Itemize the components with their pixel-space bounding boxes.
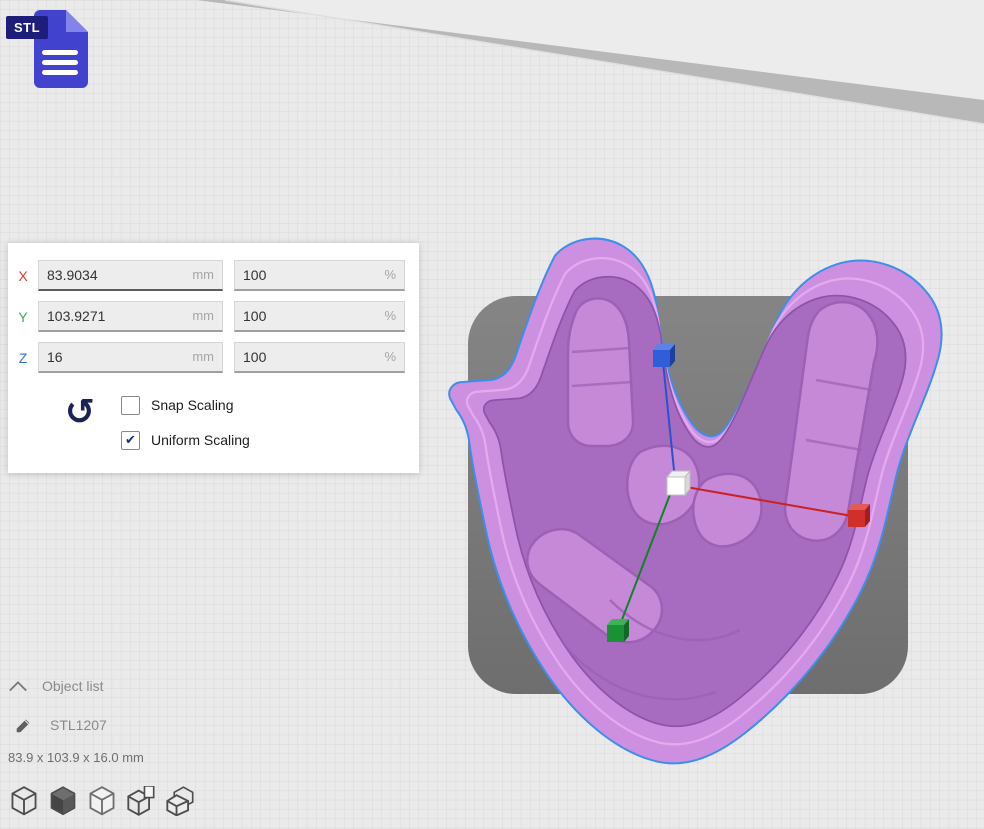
z-value: 16 (47, 343, 63, 371)
y-unit-label: mm (192, 302, 214, 330)
cube-stack-icon[interactable] (166, 786, 194, 816)
object-name-row[interactable]: STL1207 (14, 714, 107, 736)
cube-light-icon[interactable] (88, 786, 116, 816)
object-list-label: Object list (42, 678, 103, 694)
scale-row-y: Y 103.9271 mm 100 % (8, 301, 405, 332)
y-percent-field[interactable]: 100 % (234, 301, 405, 332)
uniform-scaling-label: Uniform Scaling (151, 432, 250, 448)
scale-row-z: Z 16 mm 100 % (8, 342, 405, 373)
x-value: 83.9034 (47, 261, 98, 289)
z-percent-field[interactable]: 100 % (234, 342, 405, 373)
x-unit-label: mm (192, 261, 214, 289)
mesh-type-toolbar (10, 786, 205, 816)
z-unit-label: mm (192, 343, 214, 371)
y-axis-label: Y (8, 309, 38, 325)
reset-scale-icon[interactable]: ↺ (58, 393, 102, 437)
z-percent: 100 (243, 343, 266, 371)
chevron-up-icon[interactable] (8, 679, 28, 693)
uniform-scaling-option: ✔ Uniform Scaling (121, 428, 250, 452)
object-name: STL1207 (50, 717, 107, 733)
y-value: 103.9271 (47, 302, 105, 330)
x-percent: 100 (243, 261, 266, 289)
cube-outline-icon[interactable] (10, 786, 38, 816)
x-percent-field[interactable]: 100 % (234, 260, 405, 291)
x-value-field[interactable]: 83.9034 mm (38, 260, 223, 291)
scale-handle-y[interactable] (607, 619, 629, 642)
stl-file-icon[interactable]: STL (4, 2, 100, 98)
y-value-field[interactable]: 103.9271 mm (38, 301, 223, 332)
cube-solid-icon[interactable] (49, 786, 77, 816)
scale-handle-z[interactable] (653, 344, 675, 367)
object-list-row[interactable]: Object list (8, 678, 103, 694)
uniform-scaling-checkbox[interactable]: ✔ (121, 431, 140, 450)
cube-document-icon[interactable] (127, 786, 155, 816)
x-axis-label: X (8, 268, 38, 284)
stl-badge: STL (6, 16, 48, 39)
z-value-field[interactable]: 16 mm (38, 342, 223, 373)
scale-tool-panel: X 83.9034 mm 100 % Y 103.9271 mm 100 % Z… (8, 243, 419, 473)
pencil-icon (14, 714, 34, 736)
z-percent-unit-label: % (384, 343, 396, 371)
snap-scaling-label: Snap Scaling (151, 397, 234, 413)
x-percent-unit-label: % (384, 261, 396, 289)
object-dimensions: 83.9 x 103.9 x 16.0 mm (8, 750, 144, 765)
snap-scaling-checkbox[interactable] (121, 396, 140, 415)
y-percent: 100 (243, 302, 266, 330)
y-percent-unit-label: % (384, 302, 396, 330)
scale-row-x: X 83.9034 mm 100 % (8, 260, 405, 291)
scale-handle-uniform[interactable] (667, 471, 690, 495)
scale-handle-x[interactable] (848, 504, 870, 527)
z-axis-label: Z (8, 350, 38, 366)
snap-scaling-option: Snap Scaling (121, 393, 234, 417)
